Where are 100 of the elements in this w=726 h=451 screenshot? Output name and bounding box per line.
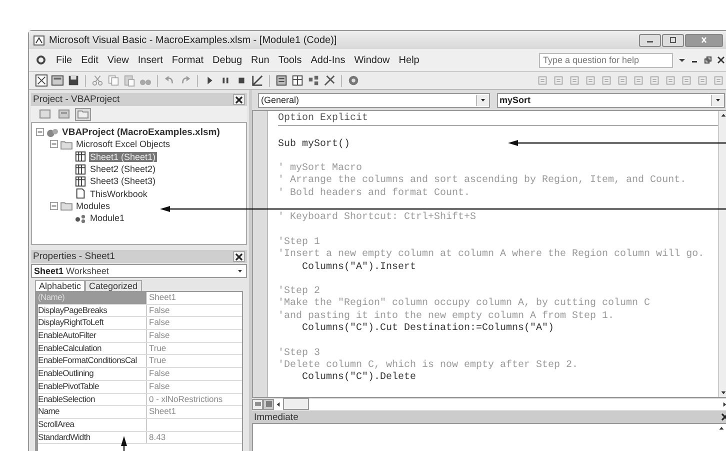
menu-item[interactable]: Tools [278, 54, 302, 66]
menu-item[interactable]: Run [251, 54, 270, 66]
maximize-icon [668, 36, 678, 44]
pane-title: Project - VBAProject [33, 94, 120, 105]
property-name[interactable]: EnableSelection [38, 394, 147, 406]
tree-item[interactable]: Modules [75, 200, 112, 211]
code-line: Sub mySort() [278, 138, 350, 150]
tab[interactable]: Alphabetic [35, 280, 86, 291]
minimize-button[interactable] [639, 34, 661, 46]
tree-item[interactable]: Sheet2 (Sheet2) [89, 164, 157, 174]
scroll-thumb[interactable] [283, 398, 309, 410]
menu-item[interactable]: View [107, 54, 129, 66]
menu-item[interactable]: Help [398, 54, 420, 66]
property-name[interactable]: EnableFormatConditionsCal [38, 355, 147, 368]
property-value[interactable]: 0 - xlNoRestrictions [147, 394, 242, 406]
tree-item[interactable]: Sheet1 (Sheet1) [89, 152, 157, 162]
code-line: 'and pasting it into the new empty column A from Step 1. [278, 310, 614, 322]
insert-form-icon[interactable] [51, 74, 64, 87]
sheet-icon [74, 176, 87, 187]
lines-icon [264, 400, 272, 408]
property-value[interactable]: Sheet1 [147, 292, 242, 304]
maximize-button[interactable] [662, 34, 684, 46]
collapse-toggle-icon[interactable] [50, 140, 58, 148]
object-dropdown[interactable]: (General) [258, 92, 490, 108]
properties-icon[interactable] [291, 74, 304, 87]
code-line: Columns("A").Insert [301, 262, 416, 273]
code-line: 'Make the "Region" column occupy column A, by cutting column C [278, 298, 650, 310]
property-value[interactable]: False [147, 317, 242, 330]
help-search-field[interactable]: Type a question for help [539, 52, 673, 68]
close-icon [699, 36, 709, 44]
close-button[interactable] [233, 251, 245, 262]
dropdown-arrow-icon[interactable] [678, 56, 686, 64]
folder-icon [60, 200, 73, 212]
collapse-toggle-icon[interactable] [36, 128, 44, 136]
property-name[interactable]: ScrollArea [38, 418, 147, 431]
view-code-button[interactable] [37, 108, 53, 120]
restore-icon[interactable] [704, 56, 712, 64]
sheet-icon [74, 164, 87, 175]
pane-title: Immediate [254, 412, 298, 422]
object-dropdown[interactable]: Sheet1 Worksheet [31, 264, 247, 278]
tree-item[interactable]: Sheet3 (Sheet3) [89, 176, 157, 186]
menu-item[interactable]: Window [354, 54, 390, 66]
project-explorer-icon[interactable] [275, 74, 288, 87]
app-icon [33, 34, 45, 46]
code-line: ' Keyboard Shortcut: Ctrl+Shift+S [278, 212, 476, 224]
property-name[interactable]: EnableOutlining [38, 368, 147, 380]
menu-item[interactable]: Insert [138, 54, 163, 66]
tree-item[interactable]: ThisWorkbook [89, 188, 148, 199]
property-name[interactable]: EnableAutoFilter [38, 330, 147, 342]
dropdown-arrow-icon[interactable] [236, 267, 244, 275]
close-icon[interactable] [717, 56, 725, 64]
window-title: Microsoft Visual Basic - MacroExamples.xlsm - [Module1 (Code)] [49, 34, 337, 46]
pane-title: Properties - Sheet1 [33, 251, 115, 262]
full-module-view-button[interactable] [263, 398, 274, 410]
property-name[interactable]: EnableCalculation [38, 342, 147, 354]
property-value[interactable]: True [147, 355, 242, 368]
code-line: 'Step 1 [278, 236, 320, 248]
collapse-toggle-icon[interactable] [50, 202, 58, 210]
code-line: 'Step 2 [278, 286, 320, 298]
tree-item[interactable]: VBAProject (MacroExamples.xlsm) [61, 126, 221, 138]
horizontal-scrollbar[interactable] [274, 398, 726, 410]
tree-item[interactable]: Microsoft Excel Objects [75, 139, 172, 150]
tree-item[interactable]: Module1 [89, 213, 126, 224]
property-name[interactable]: EnablePivotTable [38, 380, 147, 392]
tab[interactable]: Categorized [85, 280, 142, 291]
code-line: ' mySort Macro [278, 163, 362, 174]
object-browser-icon[interactable] [307, 74, 320, 87]
code-line: 'Step 3 [278, 348, 320, 359]
menu-item[interactable]: Edit [81, 54, 98, 66]
code-line: ' Arrange the columns and sort ascending by Region, Item, and Count. [278, 175, 686, 186]
property-value[interactable]: False [147, 368, 242, 380]
procedure-view-button[interactable] [252, 398, 263, 410]
procedure-dropdown[interactable]: mySort [496, 92, 725, 108]
property-value[interactable]: Sheet1 [147, 406, 242, 418]
dropdown-arrow-icon[interactable] [478, 96, 486, 104]
property-value[interactable]: True [147, 342, 242, 354]
dropdown-arrow-icon[interactable] [714, 96, 722, 104]
property-value[interactable]: False [147, 304, 242, 316]
property-name[interactable]: DisplayRightToLeft [38, 317, 147, 330]
folder-icon [60, 138, 73, 150]
code-line: Columns("C").Cut Destination:=Columns("A") [301, 323, 554, 334]
property-value[interactable]: False [147, 330, 242, 342]
property-name[interactable]: Name [38, 406, 147, 418]
toggle-folders-button[interactable] [75, 108, 91, 120]
project-icon [46, 126, 59, 138]
lines-icon [254, 400, 262, 408]
module-icon [74, 212, 87, 224]
menu-item[interactable]: Format [172, 54, 204, 66]
menu-item[interactable]: Debug [212, 54, 242, 66]
code-line: Option Explicit [278, 113, 368, 124]
save-icon[interactable] [67, 74, 80, 87]
menu-item[interactable]: File [56, 54, 72, 66]
document-icon [74, 188, 87, 200]
property-value[interactable]: 8.43 [147, 432, 242, 444]
property-name[interactable]: DisplayPageBreaks [38, 304, 147, 316]
menu-item[interactable]: Add-Ins [310, 54, 346, 66]
property-value[interactable]: False [147, 380, 242, 392]
close-button[interactable] [233, 94, 245, 105]
code-line: 'Delete column C, which is now empty after Step 2. [278, 360, 578, 371]
view-object-button[interactable] [56, 108, 72, 120]
